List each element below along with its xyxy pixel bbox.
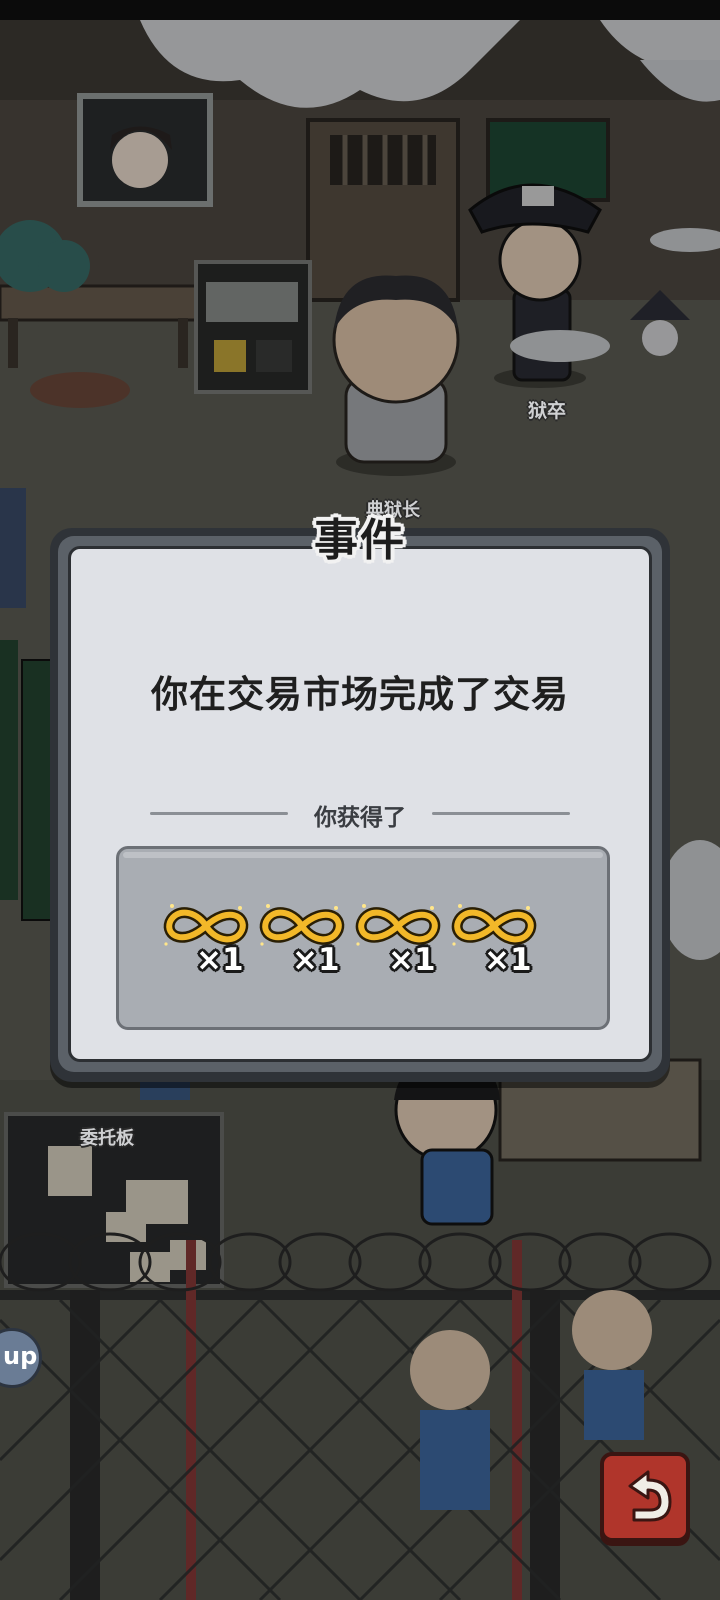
reward-quantity: ×1	[292, 942, 340, 978]
guard-name-label: 狱卒	[528, 400, 567, 422]
reward-quantity: ×1	[484, 942, 532, 978]
return-arrow-icon	[628, 1470, 672, 1522]
reward-item: ×1	[158, 900, 254, 990]
reward-item: ×1	[350, 900, 446, 990]
reward-divider-right	[432, 812, 570, 815]
event-message: 你在交易市场完成了交易	[151, 673, 569, 716]
status-bar	[0, 0, 720, 20]
commission-board-label: 委托板	[80, 1128, 134, 1149]
up-button-label: up	[3, 1342, 38, 1370]
back-button[interactable]	[600, 1452, 690, 1542]
reward-header-label: 你获得了	[314, 805, 406, 831]
reward-item: ×1	[446, 900, 542, 990]
dialog-title: 事件	[314, 515, 406, 566]
reward-header: 你获得了	[0, 798, 720, 831]
reward-quantity: ×1	[388, 942, 436, 978]
game-screen: 狱卒 典狱长 委托板 up 事件 你在交易市场完成了交易 你获得了 ×1 ×1 ×1…	[0, 0, 720, 1600]
reward-quantity: ×1	[196, 942, 244, 978]
reward-item: ×1	[254, 900, 350, 990]
